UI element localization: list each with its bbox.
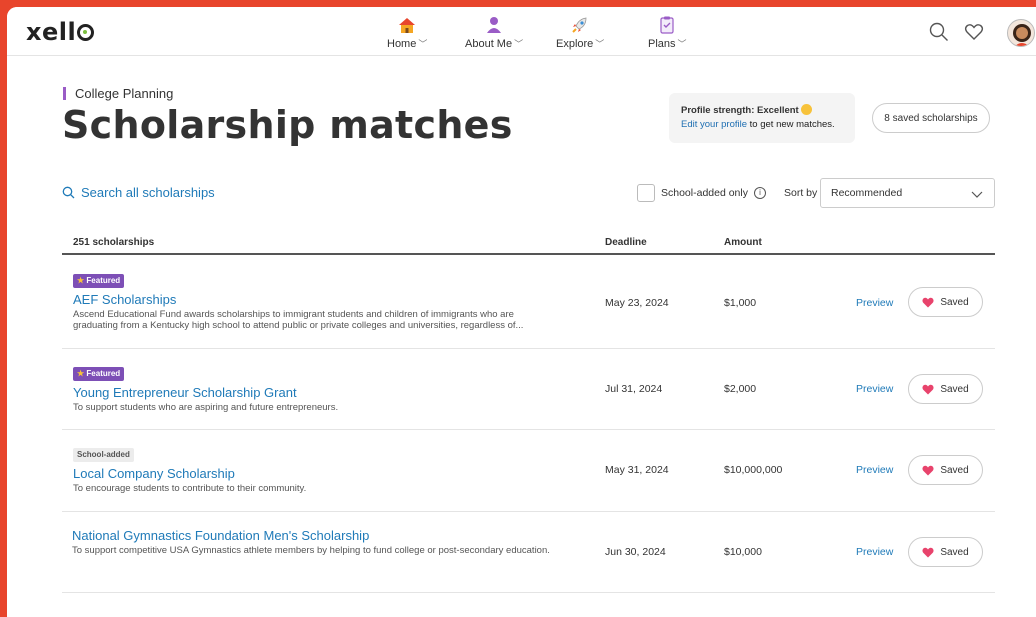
profile-edit-line: Edit your profile to get new matches.	[681, 119, 835, 130]
school-added-badge: School-added	[73, 448, 134, 462]
nav-about-me-label: About Me	[465, 38, 513, 50]
featured-badge-label: Featured	[86, 276, 121, 285]
saved-button[interactable]: Saved	[908, 455, 983, 485]
user-avatar[interactable]	[1007, 19, 1035, 47]
heart-filled-icon	[922, 547, 934, 557]
scholarship-description: To support competitive USA Gymnastics at…	[72, 545, 550, 556]
search-all-scholarships-link[interactable]: Search all scholarships	[62, 185, 215, 200]
saved-button-label: Saved	[940, 296, 969, 308]
nav-home[interactable]: Home ﹀	[387, 15, 427, 50]
clipboard-icon	[660, 16, 674, 34]
scholarship-title[interactable]: Young Entrepreneur Scholarship Grant	[73, 385, 297, 400]
scholarship-title[interactable]: Local Company Scholarship	[73, 466, 235, 481]
featured-badge: ★ Featured	[73, 367, 125, 381]
school-added-only-checkbox[interactable]	[637, 184, 655, 202]
saved-button-label: Saved	[940, 464, 969, 476]
chevron-down-icon: ﹀	[677, 39, 687, 49]
scholarship-title[interactable]: AEF Scholarships	[73, 292, 176, 307]
table-row: School-added Local Company Scholarship T…	[62, 430, 995, 512]
saved-button[interactable]: Saved	[908, 537, 983, 567]
star-icon: ★	[77, 276, 85, 285]
nav-home-label: Home	[387, 38, 417, 50]
table-header: 251 scholarships Deadline Amount	[62, 232, 995, 255]
profile-strength-box: Profile strength: Excellent Edit your pr…	[669, 93, 855, 143]
deadline-value: Jun 30, 2024	[605, 546, 666, 558]
school-added-only-label: School-added only i	[661, 187, 766, 199]
deadline-value: May 31, 2024	[605, 464, 669, 476]
nav-plans[interactable]: Plans ﹀	[648, 15, 687, 50]
sort-select[interactable]: Recommended	[820, 178, 995, 208]
saved-button[interactable]: Saved	[908, 287, 983, 317]
nav-explore[interactable]: Explore ﹀	[556, 15, 604, 50]
preview-link[interactable]: Preview	[856, 546, 893, 558]
preview-link[interactable]: Preview	[856, 297, 893, 309]
scholarship-title[interactable]: National Gymnastics Foundation Men's Sch…	[72, 528, 369, 543]
edit-profile-link[interactable]: Edit your profile	[681, 119, 747, 130]
amount-value: $2,000	[724, 383, 757, 395]
heart-filled-icon	[922, 384, 934, 394]
saved-button[interactable]: Saved	[908, 374, 983, 404]
column-amount[interactable]: Amount	[724, 237, 762, 248]
preview-link[interactable]: Preview	[856, 464, 893, 476]
profile-edit-suffix: to get new matches.	[747, 119, 835, 130]
chevron-down-icon: ﹀	[595, 39, 605, 49]
xello-logo[interactable]: xell	[26, 18, 95, 46]
person-icon	[487, 17, 502, 33]
deadline-value: Jul 31, 2024	[605, 383, 663, 395]
column-deadline[interactable]: Deadline	[605, 237, 647, 248]
profile-strength-text: Profile strength: Excellent	[681, 104, 843, 116]
chevron-down-icon: ﹀	[418, 39, 428, 49]
avatar-icon	[1013, 24, 1031, 46]
featured-badge: ★ Featured	[73, 274, 125, 288]
page-title: Scholarship matches	[62, 103, 513, 147]
saved-button-label: Saved	[940, 546, 969, 558]
star-icon: ★	[77, 369, 85, 378]
app-window: xell Home ﹀ About Me ﹀ Explore ﹀ Plans ﹀…	[7, 7, 1036, 617]
search-icon[interactable]	[928, 21, 950, 43]
saved-button-label: Saved	[940, 383, 969, 395]
scholarship-description: To support students who are aspiring and…	[73, 402, 339, 413]
rocket-icon	[572, 17, 587, 33]
amount-value: $1,000	[724, 297, 757, 309]
featured-badge-label: Featured	[86, 369, 121, 378]
nav-plans-label: Plans	[648, 38, 676, 50]
star-eyes-emoji-icon	[800, 104, 812, 115]
amount-value: $10,000	[724, 546, 762, 558]
preview-link[interactable]: Preview	[856, 383, 893, 395]
search-icon	[62, 186, 75, 199]
nav-about-me[interactable]: About Me ﹀	[465, 15, 523, 50]
scholarship-description: To encourage students to contribute to t…	[73, 483, 307, 494]
table-row: ★ Featured AEF Scholarships Ascend Educa…	[62, 257, 995, 349]
sort-select-value: Recommended	[831, 187, 903, 199]
deadline-value: May 23, 2024	[605, 297, 669, 309]
sort-by-label: Sort by	[784, 187, 818, 199]
nav-explore-label: Explore	[556, 38, 594, 50]
table-row: National Gymnastics Foundation Men's Sch…	[62, 512, 995, 593]
house-icon	[399, 18, 416, 33]
heart-filled-icon	[922, 297, 934, 307]
chevron-down-icon: ﹀	[514, 39, 524, 49]
info-icon[interactable]: i	[753, 187, 766, 199]
heart-filled-icon	[922, 465, 934, 475]
breadcrumb: College Planning	[63, 87, 173, 100]
school-added-only-text: School-added only	[661, 187, 748, 199]
top-navigation-bar: xell Home ﹀ About Me ﹀ Explore ﹀ Plans ﹀	[7, 7, 1036, 56]
table-row: ★ Featured Young Entrepreneur Scholarshi…	[62, 349, 995, 430]
heart-icon[interactable]	[963, 21, 985, 43]
saved-scholarships-button[interactable]: 8 saved scholarships	[872, 103, 990, 133]
scholarship-description: Ascend Educational Fund awards scholarsh…	[73, 309, 524, 331]
search-all-scholarships-label: Search all scholarships	[81, 185, 215, 200]
column-count: 251 scholarships	[73, 237, 155, 248]
amount-value: $10,000,000	[724, 464, 783, 476]
chevron-down-icon	[971, 191, 983, 198]
